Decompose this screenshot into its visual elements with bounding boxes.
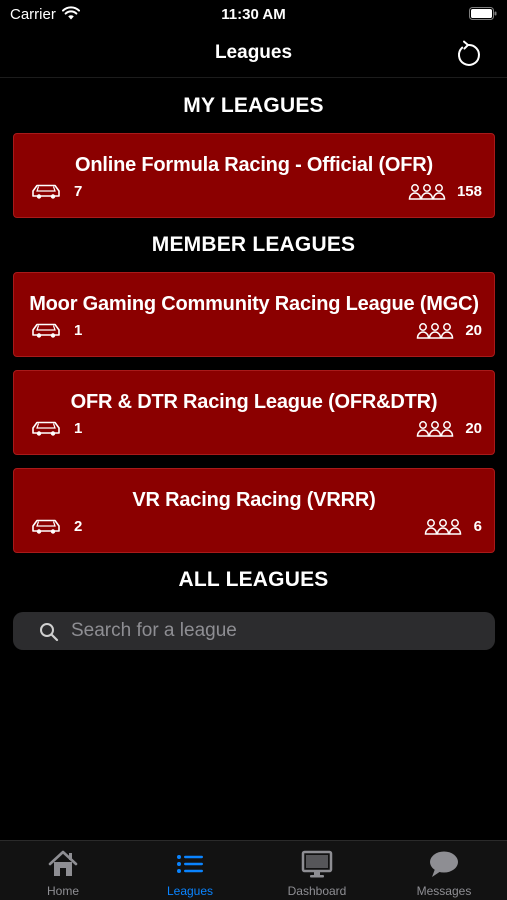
league-card-ofr-dtr[interactable]: OFR & DTR Racing League (OFR&DTR) 1 20 [13,370,495,455]
race-count: 7 [74,183,83,200]
all-leagues-header: ALL LEAGUES [178,568,329,591]
league-name: Online Formula Racing - Official (OFR) [75,154,433,176]
race-car-icon [32,184,60,199]
page-title: Leagues [214,42,293,63]
my-leagues-header: MY LEAGUES [183,94,324,117]
search-input[interactable] [71,612,481,650]
monitor-icon [301,850,333,878]
member-count: 20 [465,420,482,437]
tab-label: Home [46,884,79,898]
league-card-vrrr[interactable]: VR Racing Racing (VRRR) 2 6 [13,468,495,553]
tab-label: Dashboard [287,884,347,898]
tab-bar: Home Leagues Dashboard Messages [0,840,507,900]
tab-label: Leagues [166,884,214,898]
members-icon [416,323,454,339]
navigation-bar: Leagues [0,30,507,78]
league-card-ofr[interactable]: Online Formula Racing - Official (OFR) 7… [13,133,495,218]
race-car-icon [32,519,60,534]
tab-leagues[interactable]: Leagues [127,841,253,900]
refresh-icon[interactable] [453,39,483,69]
league-name: OFR & DTR Racing League (OFR&DTR) [70,391,438,413]
status-time: 11:30 AM [221,6,286,23]
member-count: 6 [473,518,482,535]
search-icon [40,623,59,642]
members-icon [424,519,462,535]
member-count: 158 [456,183,482,200]
tab-label: Messages [416,884,472,898]
battery-icon [469,7,497,20]
status-bar: Carrier 11:30 AM [0,0,507,30]
chat-bubble-icon [430,851,458,877]
members-icon [416,421,454,437]
league-name: VR Racing Racing (VRRR) [132,489,376,511]
tab-messages[interactable]: Messages [381,841,507,900]
race-count: 1 [74,322,83,339]
member-leagues-header: MEMBER LEAGUES [151,233,356,256]
tab-home[interactable]: Home [0,841,126,900]
search-field[interactable] [13,612,495,650]
league-card-mgc[interactable]: Moor Gaming Community Racing League (MGC… [13,272,495,357]
league-name: Moor Gaming Community Racing League (MGC… [29,293,479,315]
members-icon [408,184,446,200]
member-count: 20 [465,322,482,339]
home-icon [48,850,78,876]
race-car-icon [32,323,60,338]
race-car-icon [32,421,60,436]
list-icon [177,855,203,873]
race-count: 2 [74,518,83,535]
race-count: 1 [74,420,83,437]
tab-dashboard[interactable]: Dashboard [254,841,380,900]
